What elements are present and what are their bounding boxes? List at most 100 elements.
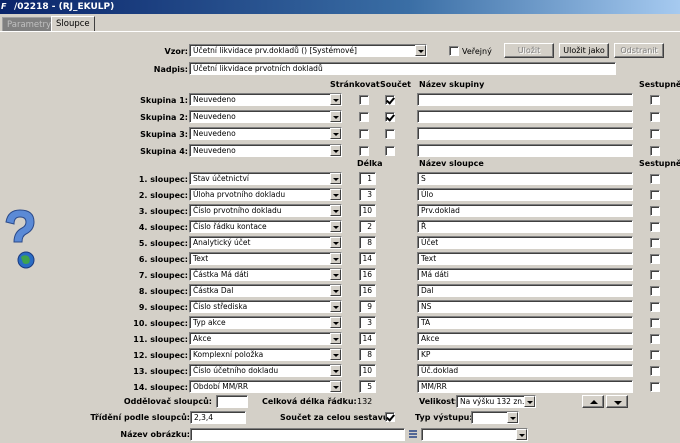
column-name-input[interactable]: Dal xyxy=(417,284,633,297)
column-select[interactable]: Období MM/RR xyxy=(189,380,342,393)
column-length-input[interactable]: 5 xyxy=(359,380,376,393)
sestupne-checkbox[interactable] xyxy=(650,334,660,344)
ulozit-button[interactable]: Uložit xyxy=(504,43,554,58)
column-length-input[interactable]: 1 xyxy=(359,172,376,185)
chevron-down-icon[interactable] xyxy=(330,253,341,264)
nadpis-input[interactable]: Účetní likvidace prvotních dokladů xyxy=(189,62,616,75)
trideni-input[interactable]: 2,3,4 xyxy=(190,411,246,424)
column-name-input[interactable]: TA xyxy=(417,316,633,329)
chevron-down-icon[interactable] xyxy=(330,285,341,296)
soucet-celou-checkbox[interactable] xyxy=(385,412,395,422)
column-name-input[interactable]: Akce xyxy=(417,332,633,345)
column-select[interactable]: Stav účetnictví xyxy=(189,172,342,185)
column-length-input[interactable]: 10 xyxy=(359,364,376,377)
soucet-checkbox[interactable] xyxy=(385,129,395,139)
chevron-down-icon[interactable] xyxy=(330,237,341,248)
column-select[interactable]: Text xyxy=(189,252,342,265)
chevron-down-icon[interactable] xyxy=(330,94,341,105)
strankovat-checkbox[interactable] xyxy=(359,95,369,105)
column-name-input[interactable]: KP xyxy=(417,348,633,361)
column-name-input[interactable]: Ř xyxy=(417,220,633,233)
column-select[interactable]: Typ akce xyxy=(189,316,342,329)
soucet-checkbox[interactable] xyxy=(385,146,395,156)
group-name-input[interactable] xyxy=(417,110,633,123)
typ-vystupu-select[interactable] xyxy=(471,411,519,424)
strankovat-checkbox[interactable] xyxy=(359,146,369,156)
sestupne-checkbox[interactable] xyxy=(650,174,660,184)
chevron-down-icon[interactable] xyxy=(330,128,341,139)
chevron-down-icon[interactable] xyxy=(330,301,341,312)
group-name-input[interactable] xyxy=(417,93,633,106)
sestupne-checkbox[interactable] xyxy=(650,254,660,264)
chevron-down-icon[interactable] xyxy=(330,365,341,376)
odstranit-button[interactable]: Odstranit xyxy=(614,43,664,58)
velikost-select[interactable]: Na výšku 132 zn. xyxy=(456,395,536,408)
sestupne-checkbox[interactable] xyxy=(650,146,660,156)
chevron-down-icon[interactable] xyxy=(330,111,341,122)
tab-sloupce[interactable]: Sloupce xyxy=(51,16,95,32)
vzor-select[interactable]: Účetní likvidace prv.dokladů () [Systémo… xyxy=(189,44,427,57)
chevron-down-icon[interactable] xyxy=(516,429,527,440)
column-name-input[interactable]: MM/RR xyxy=(417,380,633,393)
column-length-input[interactable]: 3 xyxy=(359,316,376,329)
column-select[interactable]: Komplexní položka xyxy=(189,348,342,361)
nazev-obrazku-input[interactable] xyxy=(190,428,405,441)
sestupne-checkbox[interactable] xyxy=(650,366,660,376)
column-name-input[interactable]: NS xyxy=(417,300,633,313)
column-select[interactable]: Číslo střediska xyxy=(189,300,342,313)
column-name-input[interactable]: Úč.doklad xyxy=(417,364,633,377)
column-length-input[interactable]: 14 xyxy=(359,252,376,265)
column-length-input[interactable]: 2 xyxy=(359,220,376,233)
chevron-down-icon[interactable] xyxy=(330,317,341,328)
column-name-input[interactable]: Prv.doklad xyxy=(417,204,633,217)
column-select[interactable]: Úloha prvotního dokladu xyxy=(189,188,342,201)
sestupne-checkbox[interactable] xyxy=(650,302,660,312)
oddelovac-input[interactable] xyxy=(216,395,248,408)
soucet-checkbox[interactable] xyxy=(385,112,395,122)
sestupne-checkbox[interactable] xyxy=(650,95,660,105)
verejny-checkbox[interactable] xyxy=(449,46,459,56)
group-name-input[interactable] xyxy=(417,144,633,157)
sestupne-checkbox[interactable] xyxy=(650,222,660,232)
sestupne-checkbox[interactable] xyxy=(650,286,660,296)
chevron-down-icon[interactable] xyxy=(415,45,426,56)
group-select[interactable]: Neuvedeno xyxy=(189,127,342,140)
group-select[interactable]: Neuvedeno xyxy=(189,110,342,123)
column-name-input[interactable]: Má dáti xyxy=(417,268,633,281)
chevron-down-icon[interactable] xyxy=(330,221,341,232)
chevron-down-icon[interactable] xyxy=(330,189,341,200)
column-length-input[interactable]: 9 xyxy=(359,300,376,313)
sestupne-checkbox[interactable] xyxy=(650,112,660,122)
group-select[interactable]: Neuvedeno xyxy=(189,144,342,157)
sestupne-checkbox[interactable] xyxy=(650,238,660,248)
chevron-down-icon[interactable] xyxy=(330,173,341,184)
column-length-input[interactable]: 16 xyxy=(359,284,376,297)
sestupne-checkbox[interactable] xyxy=(650,206,660,216)
sestupne-checkbox[interactable] xyxy=(650,382,660,392)
column-length-input[interactable]: 10 xyxy=(359,204,376,217)
strankovat-checkbox[interactable] xyxy=(359,112,369,122)
soucet-checkbox[interactable] xyxy=(385,95,395,105)
column-select[interactable]: Částka Má dáti xyxy=(189,268,342,281)
sestupne-checkbox[interactable] xyxy=(650,270,660,280)
chevron-down-icon[interactable] xyxy=(524,396,535,407)
chevron-down-icon[interactable] xyxy=(330,269,341,280)
chevron-down-icon[interactable] xyxy=(330,333,341,344)
list-icon[interactable] xyxy=(408,428,418,441)
sestupne-checkbox[interactable] xyxy=(650,318,660,328)
column-select[interactable]: Číslo účetního dokladu xyxy=(189,364,342,377)
chevron-down-icon[interactable] xyxy=(507,412,518,423)
move-down-button[interactable] xyxy=(606,395,628,408)
column-select[interactable]: Analytický účet xyxy=(189,236,342,249)
sestupne-checkbox[interactable] xyxy=(650,190,660,200)
column-name-input[interactable]: Účet xyxy=(417,236,633,249)
column-select[interactable]: Akce xyxy=(189,332,342,345)
obrazek-select[interactable] xyxy=(421,428,528,441)
sestupne-checkbox[interactable] xyxy=(650,350,660,360)
column-length-input[interactable]: 16 xyxy=(359,268,376,281)
column-length-input[interactable]: 14 xyxy=(359,332,376,345)
tab-parametry[interactable]: Parametry xyxy=(2,17,57,31)
chevron-down-icon[interactable] xyxy=(330,205,341,216)
column-select[interactable]: Číslo řádku kontace xyxy=(189,220,342,233)
column-select[interactable]: Číslo prvotního dokladu xyxy=(189,204,342,217)
